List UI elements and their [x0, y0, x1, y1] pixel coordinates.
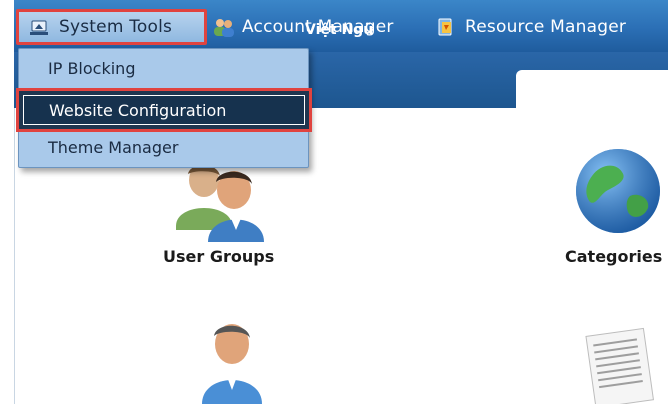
globe-icon[interactable] — [572, 146, 668, 236]
system-tools-icon — [29, 17, 51, 37]
menu-system-tools[interactable]: System Tools — [16, 9, 207, 45]
user-icon[interactable] — [196, 320, 266, 404]
menu-item-ip-blocking[interactable]: IP Blocking — [19, 49, 308, 87]
user-groups-label[interactable]: User Groups — [163, 247, 274, 266]
tab-viet-ngu[interactable]: Việt Ngữ — [305, 22, 373, 38]
menu-item-theme-manager[interactable]: Theme Manager — [19, 128, 308, 166]
user-groups-icon[interactable] — [172, 160, 272, 242]
menu-item-website-configuration-label: Website Configuration — [49, 100, 227, 120]
document-icon[interactable] — [580, 322, 660, 404]
menu-resource-manager-label: Resource Manager — [465, 17, 627, 37]
menu-system-tools-label: System Tools — [59, 17, 173, 37]
active-language-tab[interactable] — [516, 70, 668, 108]
menu-item-website-configuration[interactable]: Website Configuration — [16, 88, 312, 132]
menu-resource-manager[interactable]: Resource Manager — [435, 12, 626, 42]
system-tools-dropdown: IP Blocking Website Configuration Theme … — [16, 48, 312, 168]
resource-icon — [435, 17, 457, 37]
users-icon — [212, 17, 234, 37]
categories-label[interactable]: Categories — [565, 247, 662, 266]
app-window: System Tools Account Manager Resource Ma… — [0, 0, 668, 404]
